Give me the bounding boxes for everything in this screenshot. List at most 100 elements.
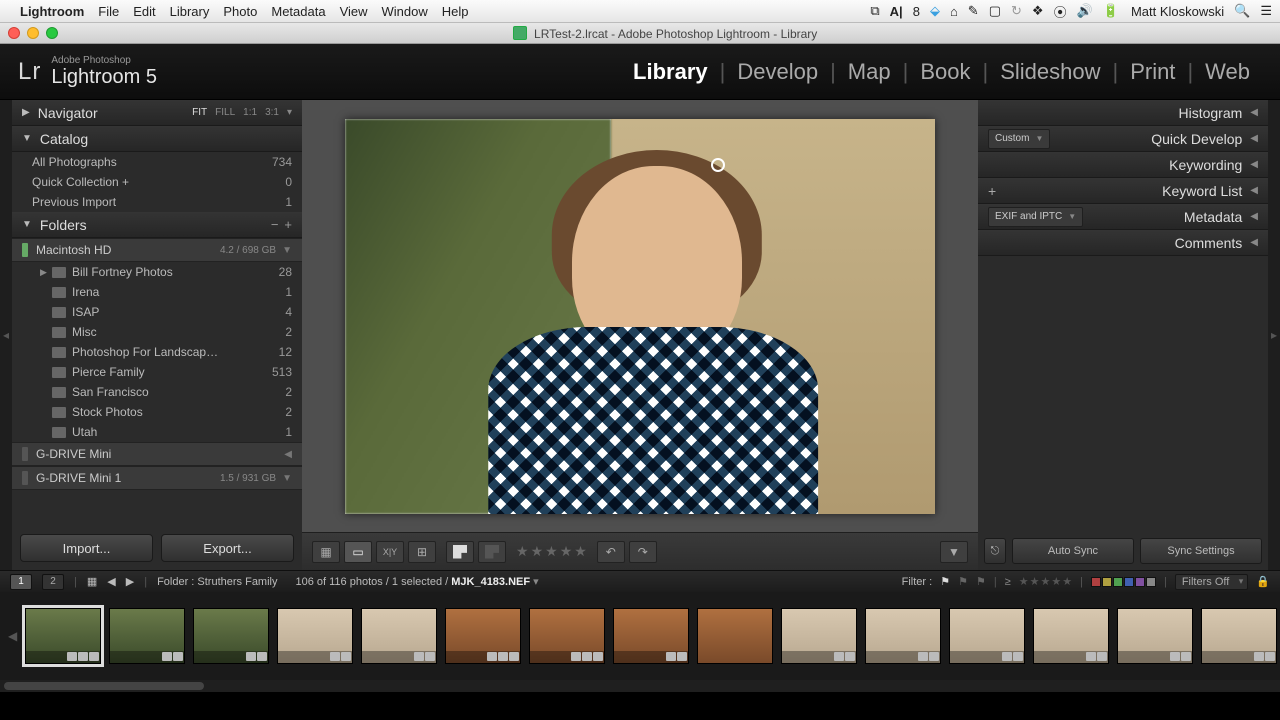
image-canvas[interactable] [302, 100, 978, 532]
star-icon[interactable]: ★ [1062, 575, 1072, 588]
catalog-previous-import[interactable]: Previous Import 1 [12, 192, 302, 212]
menu-view[interactable]: View [340, 4, 368, 19]
folder-row[interactable]: Pierce Family513 [12, 362, 302, 382]
folder-row[interactable]: Misc2 [12, 322, 302, 342]
menu-photo[interactable]: Photo [223, 4, 257, 19]
star-icon[interactable]: ★ [531, 543, 544, 560]
status-timemachine-icon[interactable]: ↻ [1011, 3, 1022, 19]
folder-row[interactable]: Utah1 [12, 422, 302, 442]
module-print[interactable]: Print [1118, 59, 1187, 85]
chevron-down-icon[interactable]: ▾ [533, 576, 539, 588]
filmstrip-scrollbar[interactable] [0, 680, 1280, 692]
filmstrip[interactable]: ◀ ▶ [0, 592, 1280, 680]
module-slideshow[interactable]: Slideshow [988, 59, 1112, 85]
module-book[interactable]: Book [908, 59, 982, 85]
filter-preset-select[interactable]: Filters Off [1175, 574, 1248, 590]
star-icon[interactable]: ★ [1040, 575, 1050, 588]
compare-view-button[interactable]: X|Y [376, 541, 404, 563]
zoom-window-button[interactable] [46, 27, 58, 39]
keywording-header[interactable]: Keywording ◀ [978, 152, 1268, 178]
loupe-view-button[interactable]: ▭ [344, 541, 372, 563]
folder-row[interactable]: ▶Bill Fortney Photos28 [12, 262, 302, 282]
import-button[interactable]: Import... [20, 534, 153, 562]
nav-fill[interactable]: FILL [215, 107, 235, 118]
histogram-header[interactable]: Histogram ◀ [978, 100, 1268, 126]
star-icon[interactable]: ★ [516, 543, 529, 560]
drive-gdrive-mini[interactable]: G-DRIVE Mini ◀ [12, 442, 302, 466]
nav-zoom-menu-icon[interactable]: ▾ [287, 107, 292, 118]
star-icon[interactable]: ★ [1019, 575, 1029, 588]
comments-header[interactable]: Comments ◀ [978, 230, 1268, 256]
rotate-cw-button[interactable]: ↷ [629, 541, 657, 563]
minimize-window-button[interactable] [27, 27, 39, 39]
star-icon[interactable]: ★ [1030, 575, 1040, 588]
folder-row[interactable]: San Francisco2 [12, 382, 302, 402]
status-battery-icon[interactable]: 🔋 [1103, 3, 1119, 19]
drive-macintosh-hd[interactable]: Macintosh HD 4.2 / 698 GB ▼ [12, 238, 302, 262]
filmstrip-thumb[interactable] [529, 608, 605, 664]
star-icon[interactable]: ★ [545, 543, 558, 560]
navigator-header[interactable]: ▶ Navigator FIT FILL 1:1 3:1 ▾ [12, 100, 302, 126]
survey-view-button[interactable]: ⊞ [408, 541, 436, 563]
export-button[interactable]: Export... [161, 534, 294, 562]
color-none[interactable] [1146, 577, 1156, 587]
nav-next-icon[interactable]: ▶ [126, 575, 134, 588]
filmstrip-scroll-left-icon[interactable]: ◀ [8, 629, 17, 643]
star-icon[interactable]: ★ [560, 543, 573, 560]
chevron-left-icon[interactable]: ◀ [284, 449, 292, 460]
folder-row[interactable]: ISAP4 [12, 302, 302, 322]
spotlight-icon[interactable]: 🔍 [1234, 3, 1250, 19]
status-adobe-icon[interactable]: A| [890, 4, 903, 19]
menu-library[interactable]: Library [170, 4, 210, 19]
notification-center-icon[interactable]: ☰ [1260, 3, 1272, 19]
right-edge-toggle[interactable]: ▸ [1268, 100, 1280, 570]
menu-help[interactable]: Help [442, 4, 469, 19]
filmstrip-thumb[interactable] [865, 608, 941, 664]
filter-flag-none-icon[interactable]: ⚑ [958, 575, 968, 588]
menu-edit[interactable]: Edit [133, 4, 155, 19]
module-library[interactable]: Library [621, 59, 720, 85]
status-bluetooth-icon[interactable]: ❖ [1032, 3, 1044, 19]
chevron-down-icon[interactable]: ▼ [282, 245, 292, 256]
filmstrip-filename[interactable]: MJK_4183.NEF [451, 576, 530, 588]
catalog-header[interactable]: ▼ Catalog [12, 126, 302, 152]
menu-window[interactable]: Window [382, 4, 428, 19]
module-map[interactable]: Map [836, 59, 903, 85]
filmstrip-thumb[interactable] [1201, 608, 1277, 664]
nav-1-1[interactable]: 1:1 [243, 107, 257, 118]
catalog-quick-collection[interactable]: Quick Collection + 0 [12, 172, 302, 192]
quick-develop-header[interactable]: Custom ▼ Quick Develop ◀ [978, 126, 1268, 152]
filter-flag-reject-icon[interactable]: ⚑ [976, 575, 986, 588]
status-wifi-icon[interactable]: ⦿ [1054, 2, 1067, 21]
chevron-down-icon[interactable]: ▼ [282, 473, 292, 484]
folders-minus-icon[interactable]: − [271, 217, 279, 232]
color-red[interactable] [1091, 577, 1101, 587]
folder-row[interactable]: Stock Photos2 [12, 402, 302, 422]
filter-flag-pick-icon[interactable]: ⚑ [940, 575, 950, 588]
color-green[interactable] [1113, 577, 1123, 587]
menu-file[interactable]: File [98, 4, 119, 19]
flag-reject-button[interactable] [478, 541, 506, 563]
scrollbar-thumb[interactable] [4, 682, 204, 690]
color-yellow[interactable] [1102, 577, 1112, 587]
close-window-button[interactable] [8, 27, 20, 39]
loupe-photo[interactable] [345, 119, 935, 514]
status-volume-icon[interactable]: 🔊 [1077, 3, 1093, 19]
filmstrip-thumb[interactable] [445, 608, 521, 664]
filter-rating-op[interactable]: ≥ [1005, 576, 1011, 588]
keyword-list-header[interactable]: + Keyword List ◀ [978, 178, 1268, 204]
star-icon[interactable]: ★ [574, 543, 587, 560]
filmstrip-thumb[interactable] [613, 608, 689, 664]
filmstrip-thumb[interactable] [697, 608, 773, 664]
module-web[interactable]: Web [1193, 59, 1262, 85]
filmstrip-thumb[interactable] [109, 608, 185, 664]
filmstrip-thumb[interactable] [25, 608, 101, 664]
metadata-header[interactable]: EXIF and IPTC ▼ Metadata ◀ [978, 204, 1268, 230]
status-dropbox-icon[interactable]: ⬙ [930, 3, 940, 19]
folders-header[interactable]: ▼ Folders − + [12, 212, 302, 238]
nav-fit[interactable]: FIT [192, 107, 207, 118]
flag-pick-button[interactable] [446, 541, 474, 563]
folders-plus-icon[interactable]: + [284, 217, 292, 232]
menubar-user[interactable]: Matt Kloskowski [1131, 4, 1224, 19]
filter-lock-icon[interactable]: 🔒 [1256, 575, 1270, 588]
